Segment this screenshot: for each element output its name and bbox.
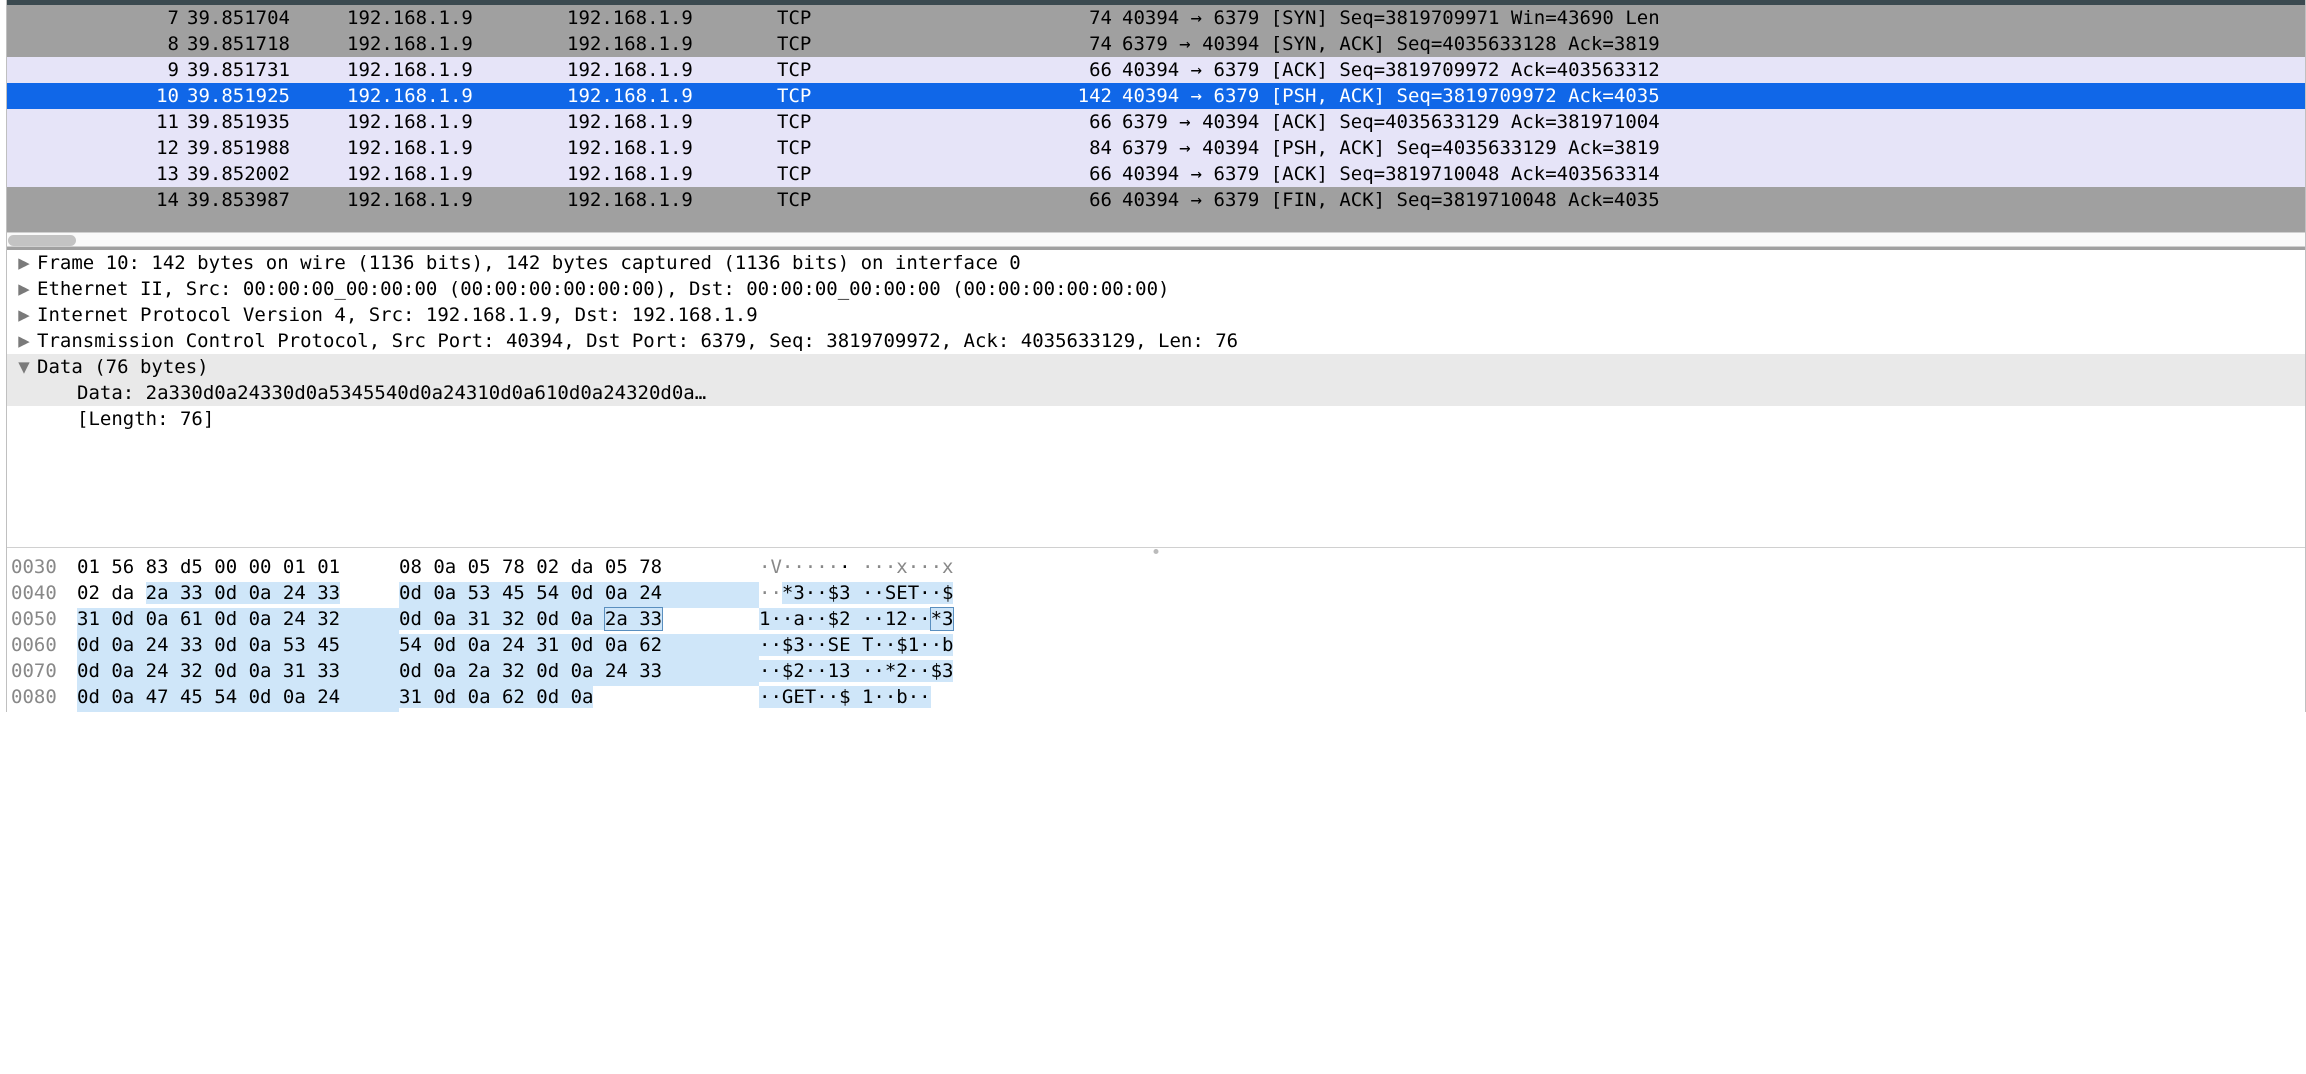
packet-row[interactable]: 13 39.852002 192.168.1.9 192.168.1.9 TCP… xyxy=(7,161,2305,187)
hex-bytes-right: 31 0d 0a 62 0d 0a xyxy=(399,686,759,712)
expand-icon[interactable]: ▶ xyxy=(11,252,37,274)
hex-dump-pane[interactable]: 0030 01 56 83 d5 00 00 01 01 08 0a 05 78… xyxy=(7,554,2305,712)
detail-data-header[interactable]: ▼ Data (76 bytes) xyxy=(7,354,2305,380)
packet-row[interactable]: 9 39.851731 192.168.1.9 192.168.1.9 TCP … xyxy=(7,57,2305,83)
detail-ip-text: Internet Protocol Version 4, Src: 192.16… xyxy=(37,304,758,326)
hex-bytes-right: 0d 0a 2a 32 0d 0a 24 33 xyxy=(399,660,759,686)
packet-row[interactable]: 8 39.851718 192.168.1.9 192.168.1.9 TCP … xyxy=(7,31,2305,57)
scroll-thumb[interactable] xyxy=(8,235,76,246)
packet-no: 7 xyxy=(7,5,187,31)
hex-bytes-left: 01 56 83 d5 00 00 01 01 xyxy=(77,556,399,582)
hex-bytes-left: 02 da 2a 33 0d 0a 24 33 xyxy=(77,582,399,608)
hex-ascii: 1··a··$2 ··12··*3 xyxy=(759,608,2305,634)
hex-bytes-left: 0d 0a 24 33 0d 0a 53 45 xyxy=(77,634,399,660)
expand-icon[interactable]: ▶ xyxy=(11,278,37,300)
packet-info: 40394 → 6379 [SYN] Seq=3819709971 Win=43… xyxy=(1122,5,2305,31)
packet-row[interactable]: 14 39.853987 192.168.1.9 192.168.1.9 TCP… xyxy=(7,187,2305,213)
packet-length: 74 xyxy=(937,5,1122,31)
packet-row-partial[interactable] xyxy=(7,213,2305,232)
detail-data-hex[interactable]: Data: 2a330d0a24330d0a5345540d0a24310d0a… xyxy=(7,380,2305,406)
hex-ascii: ··$2··13 ··*2··$3 xyxy=(759,660,2305,686)
detail-eth-text: Ethernet II, Src: 00:00:00_00:00:00 (00:… xyxy=(37,278,1169,300)
hex-bytes-left: 0d 0a 47 45 54 0d 0a 24 xyxy=(77,686,399,712)
hex-row[interactable]: 0080 0d 0a 47 45 54 0d 0a 24 31 0d 0a 62… xyxy=(7,686,2305,712)
expand-icon[interactable]: ▶ xyxy=(11,330,37,352)
packet-list-hscrollbar[interactable] xyxy=(7,232,2305,247)
hex-ascii: ··GET··$ 1··b·· xyxy=(759,686,2305,712)
hex-row[interactable]: 0050 31 0d 0a 61 0d 0a 24 32 0d 0a 31 32… xyxy=(7,608,2305,634)
hex-row[interactable]: 0070 0d 0a 24 32 0d 0a 31 33 0d 0a 2a 32… xyxy=(7,660,2305,686)
hex-bytes-right: 08 0a 05 78 02 da 05 78 xyxy=(399,556,759,582)
hex-ascii: ·V······ ···x···x xyxy=(759,556,2305,582)
hex-offset: 0030 xyxy=(11,556,77,582)
detail-data-hex-text: Data: 2a330d0a24330d0a5345540d0a24310d0a… xyxy=(77,382,706,404)
packet-protocol: TCP xyxy=(777,5,937,31)
hex-bytes-right: 54 0d 0a 24 31 0d 0a 62 xyxy=(399,634,759,660)
hex-bytes-left: 0d 0a 24 32 0d 0a 31 33 xyxy=(77,660,399,686)
wireshark-window: 7 39.851704 192.168.1.9 192.168.1.9 TCP … xyxy=(6,0,2306,712)
expand-icon[interactable]: ▶ xyxy=(11,304,37,326)
detail-ethernet[interactable]: ▶ Ethernet II, Src: 00:00:00_00:00:00 (0… xyxy=(7,276,2305,302)
pane-splitter[interactable] xyxy=(7,548,2305,554)
hex-row[interactable]: 0040 02 da 2a 33 0d 0a 24 33 0d 0a 53 45… xyxy=(7,582,2305,608)
packet-source: 192.168.1.9 xyxy=(347,5,567,31)
detail-data-len-text: [Length: 76] xyxy=(77,408,214,430)
detail-data-length[interactable]: [Length: 76] xyxy=(7,406,2305,432)
packet-list-pane[interactable]: 7 39.851704 192.168.1.9 192.168.1.9 TCP … xyxy=(7,5,2305,250)
collapse-icon[interactable]: ▼ xyxy=(11,356,37,378)
packet-dest: 192.168.1.9 xyxy=(567,5,777,31)
hex-row[interactable]: 0060 0d 0a 24 33 0d 0a 53 45 54 0d 0a 24… xyxy=(7,634,2305,660)
packet-row[interactable]: 7 39.851704 192.168.1.9 192.168.1.9 TCP … xyxy=(7,5,2305,31)
detail-data-hdr-text: Data (76 bytes) xyxy=(37,356,209,378)
detail-frame[interactable]: ▶ Frame 10: 142 bytes on wire (1136 bits… xyxy=(7,250,2305,276)
detail-ip[interactable]: ▶ Internet Protocol Version 4, Src: 192.… xyxy=(7,302,2305,328)
hex-ascii: ··*3··$3 ··SET··$ xyxy=(759,582,2305,608)
hex-bytes-right: 0d 0a 53 45 54 0d 0a 24 xyxy=(399,582,759,608)
packet-details-pane[interactable]: ▶ Frame 10: 142 bytes on wire (1136 bits… xyxy=(7,250,2305,548)
detail-tcp-text: Transmission Control Protocol, Src Port:… xyxy=(37,330,1238,352)
detail-tcp[interactable]: ▶ Transmission Control Protocol, Src Por… xyxy=(7,328,2305,354)
packet-row-selected[interactable]: 10 39.851925 192.168.1.9 192.168.1.9 TCP… xyxy=(7,83,2305,109)
hex-bytes-left: 31 0d 0a 61 0d 0a 24 32 xyxy=(77,608,399,634)
packet-row[interactable]: 11 39.851935 192.168.1.9 192.168.1.9 TCP… xyxy=(7,109,2305,135)
hex-row[interactable]: 0030 01 56 83 d5 00 00 01 01 08 0a 05 78… xyxy=(7,556,2305,582)
hex-bytes-right: 0d 0a 31 32 0d 0a 2a 33 xyxy=(399,608,759,634)
detail-frame-text: Frame 10: 142 bytes on wire (1136 bits),… xyxy=(37,252,1021,274)
hex-ascii: ··$3··SE T··$1··b xyxy=(759,634,2305,660)
splitter-grip-icon xyxy=(1154,549,1159,554)
packet-time: 39.851704 xyxy=(187,5,347,31)
packet-row[interactable]: 12 39.851988 192.168.1.9 192.168.1.9 TCP… xyxy=(7,135,2305,161)
